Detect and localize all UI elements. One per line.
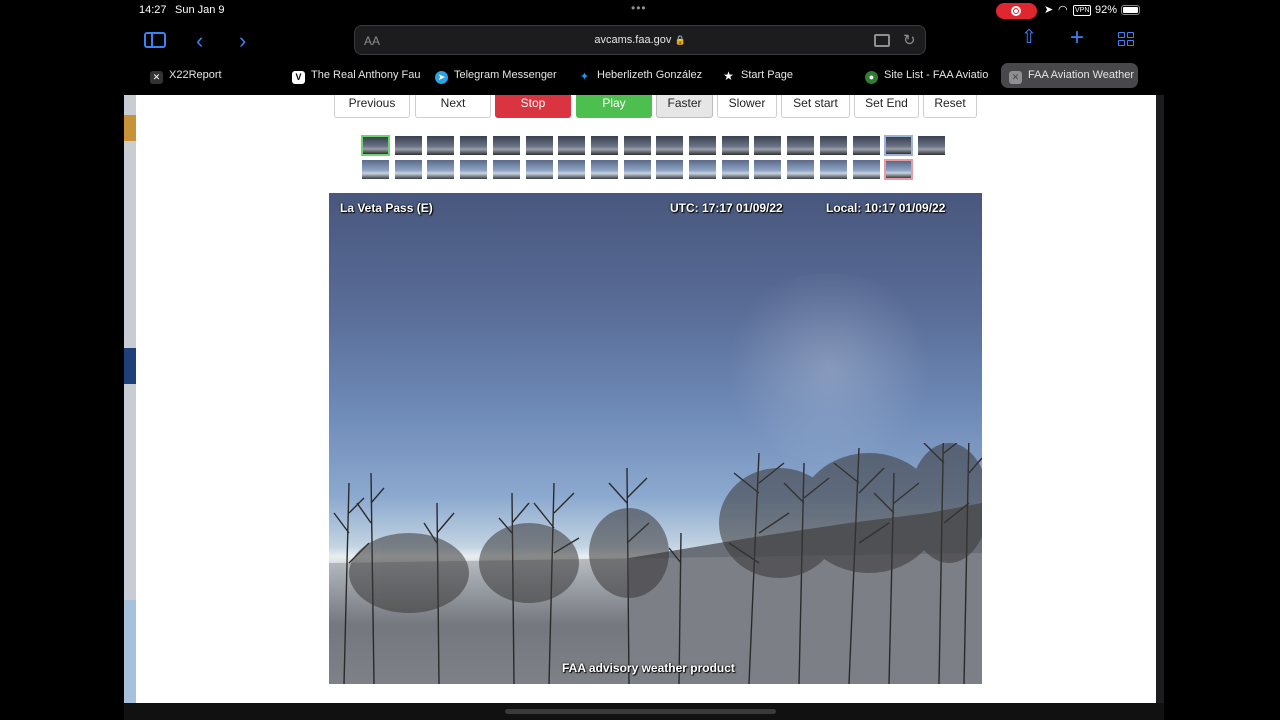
frame-thumbnail[interactable] bbox=[525, 135, 554, 156]
home-indicator[interactable] bbox=[505, 709, 776, 714]
faa-favicon-icon: ● bbox=[865, 71, 878, 84]
frame-thumbnail[interactable] bbox=[394, 159, 423, 180]
frame-thumbnail[interactable] bbox=[590, 159, 619, 180]
reader-view-icon[interactable] bbox=[874, 34, 890, 47]
frame-thumbnail[interactable] bbox=[753, 159, 782, 180]
set-start-button[interactable]: Set start bbox=[781, 95, 850, 118]
close-tab-icon[interactable]: ✕ bbox=[1009, 71, 1022, 84]
frame-thumbnail[interactable] bbox=[819, 159, 848, 180]
browser-toolbar: ‹ › AA avcams.faa.gov 🔒 ↻ ⇧ + bbox=[0, 22, 1280, 60]
webcam-page: Previous Next Stop Play Faster Slower Se… bbox=[136, 95, 1156, 703]
page-right-edge bbox=[1156, 95, 1164, 705]
status-bar: 14:27 Sun Jan 9 ••• ➤ ◠ VPN 92% bbox=[0, 0, 1280, 22]
x22-favicon-icon: ✕ bbox=[150, 71, 163, 84]
frame-thumbnail[interactable] bbox=[852, 159, 881, 180]
wifi-icon: ◠ bbox=[1058, 4, 1068, 16]
twitter-favicon-icon: ✦ bbox=[579, 71, 590, 83]
frame-thumbnail[interactable] bbox=[459, 135, 488, 156]
frame-thumbnail[interactable] bbox=[459, 159, 488, 180]
frame-thumbnail[interactable] bbox=[721, 159, 750, 180]
frame-thumbnail[interactable] bbox=[688, 159, 717, 180]
next-button[interactable]: Next bbox=[415, 95, 491, 118]
tab-x22report[interactable]: ✕ X22Report bbox=[142, 63, 278, 88]
tab-heberlizeth[interactable]: ✦ Heberlizeth González bbox=[570, 63, 708, 88]
frame-thumbnail[interactable] bbox=[426, 159, 455, 180]
frame-thumbnail[interactable] bbox=[557, 135, 586, 156]
telegram-favicon-icon: ➤ bbox=[435, 71, 448, 84]
vpn-badge: VPN bbox=[1073, 5, 1092, 16]
address-bar[interactable]: AA avcams.faa.gov 🔒 ↻ bbox=[354, 25, 926, 55]
lock-icon: 🔒 bbox=[674, 35, 686, 45]
frame-thumbnail[interactable] bbox=[590, 135, 619, 156]
play-button[interactable]: Play bbox=[576, 95, 652, 118]
back-icon[interactable]: ‹ bbox=[196, 28, 203, 54]
frame-thumbnail[interactable] bbox=[426, 135, 455, 156]
forward-icon[interactable]: › bbox=[239, 28, 246, 54]
share-icon[interactable]: ⇧ bbox=[1021, 26, 1037, 49]
frame-thumbnail[interactable] bbox=[394, 135, 423, 156]
frame-thumbnail[interactable] bbox=[819, 135, 848, 156]
tab-faa-aviation-weather[interactable]: ✕ FAA Aviation Weather bbox=[1001, 63, 1138, 88]
tree-silhouettes bbox=[329, 443, 982, 684]
stop-button[interactable]: Stop bbox=[495, 95, 571, 118]
frame-thumbnail[interactable] bbox=[557, 159, 586, 180]
advisory-footer: FAA advisory weather product bbox=[562, 661, 735, 675]
tab-telegram[interactable]: ➤ Telegram Messenger bbox=[427, 63, 563, 88]
previous-button[interactable]: Previous bbox=[334, 95, 410, 118]
slower-button[interactable]: Slower bbox=[717, 95, 777, 118]
battery-percent: 92% bbox=[1095, 4, 1118, 16]
camera-site-label: La Veta Pass (E) bbox=[340, 201, 433, 215]
tab-start-page[interactable]: ★ Start Page bbox=[714, 63, 850, 88]
tab-overview-icon[interactable] bbox=[1118, 32, 1136, 48]
frame-thumbnail[interactable] bbox=[917, 135, 946, 156]
frame-thumbnail[interactable] bbox=[688, 135, 717, 156]
location-icon: ➤ bbox=[1044, 4, 1054, 16]
frame-thumbnail[interactable] bbox=[884, 135, 913, 156]
webcam-image: La Veta Pass (E) UTC: 17:17 01/09/22 Loc… bbox=[329, 193, 982, 684]
star-icon: ★ bbox=[723, 69, 734, 83]
screen-recording-icon[interactable] bbox=[996, 3, 1037, 19]
faster-button[interactable]: Faster bbox=[656, 95, 713, 118]
frame-thumbnail[interactable] bbox=[492, 159, 521, 180]
frame-thumbnail[interactable] bbox=[786, 159, 815, 180]
multitasking-dots-icon[interactable]: ••• bbox=[631, 1, 647, 15]
tab-site-list[interactable]: ● Site List - FAA Aviatio bbox=[857, 63, 993, 88]
frame-thumbnail[interactable] bbox=[361, 159, 390, 180]
v-favicon-icon: V bbox=[292, 71, 305, 84]
frame-thumbnail[interactable] bbox=[655, 135, 684, 156]
frame-thumbnail[interactable] bbox=[492, 135, 521, 156]
frame-thumbnail[interactable] bbox=[525, 159, 554, 180]
status-date: Sun Jan 9 bbox=[175, 4, 225, 16]
status-time: 14:27 bbox=[139, 4, 167, 16]
set-end-button[interactable]: Set End bbox=[854, 95, 919, 118]
utc-timestamp: UTC: 17:17 01/09/22 bbox=[670, 201, 783, 215]
background-page-edge bbox=[124, 95, 136, 705]
frame-thumbnail[interactable] bbox=[721, 135, 750, 156]
frame-thumbnail[interactable] bbox=[361, 135, 390, 156]
frame-thumbnail[interactable] bbox=[623, 135, 652, 156]
tab-strip: ✕ X22Report V The Real Anthony Fau ➤ Telegr… bbox=[0, 62, 1280, 90]
frame-thumbnail[interactable] bbox=[884, 159, 913, 180]
sidebar-toggle-icon[interactable] bbox=[144, 32, 166, 48]
url-text[interactable]: avcams.faa.gov bbox=[594, 34, 671, 46]
frame-thumbnail[interactable] bbox=[655, 159, 684, 180]
frame-thumbnail[interactable] bbox=[753, 135, 782, 156]
reload-icon[interactable]: ↻ bbox=[903, 31, 916, 49]
frame-thumbnail[interactable] bbox=[623, 159, 652, 180]
battery-icon bbox=[1121, 5, 1140, 15]
reset-button[interactable]: Reset bbox=[923, 95, 977, 118]
frame-thumbnail[interactable] bbox=[786, 135, 815, 156]
local-timestamp: Local: 10:17 01/09/22 bbox=[826, 201, 946, 215]
new-tab-icon[interactable]: + bbox=[1070, 24, 1084, 52]
tab-real-anthony[interactable]: V The Real Anthony Fau bbox=[284, 63, 420, 88]
frame-thumbnail[interactable] bbox=[852, 135, 881, 156]
